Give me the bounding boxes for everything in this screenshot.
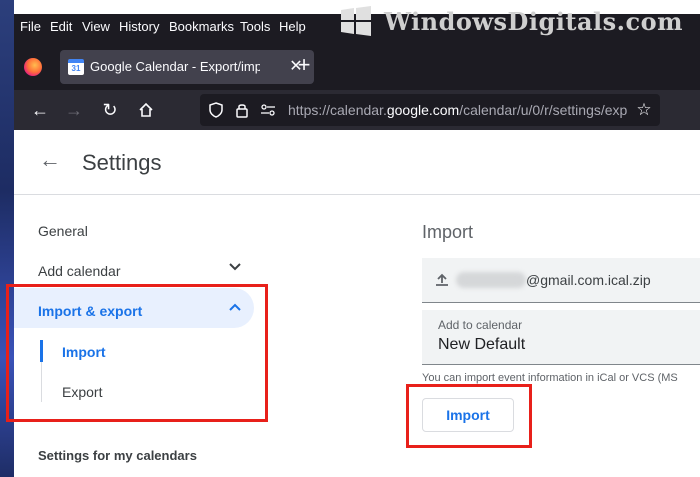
settings-page: ← Settings General Add calendar Import &…: [6, 130, 700, 477]
forward-icon[interactable]: →: [62, 98, 86, 122]
chevron-down-icon[interactable]: [228, 260, 242, 277]
add-to-calendar-select[interactable]: Add to calendar New Default: [422, 310, 700, 365]
menu-view[interactable]: View: [82, 19, 110, 34]
back-arrow-icon[interactable]: ←: [38, 148, 62, 172]
permissions-icon[interactable]: [258, 100, 278, 120]
sidebar-item-add-calendar[interactable]: Add calendar: [38, 263, 121, 279]
watermark-text: WindowsDigitals.com: [384, 7, 684, 36]
page-title: Settings: [82, 150, 162, 175]
bookmark-star-icon[interactable]: ☆: [634, 100, 654, 120]
highlight-box-import-button: [406, 384, 532, 448]
sidebar-item-general[interactable]: General: [38, 223, 88, 239]
back-icon[interactable]: ←: [28, 98, 52, 122]
url-prefix: https://calendar.: [288, 102, 387, 118]
add-to-calendar-value: New Default: [438, 336, 526, 353]
menu-bookmarks[interactable]: Bookmarks: [169, 19, 234, 34]
menu-history[interactable]: History: [119, 19, 159, 34]
file-name: @gmail.com.ical.zip: [526, 272, 651, 288]
menu-file[interactable]: File: [20, 19, 41, 34]
firefox-logo-icon[interactable]: [24, 58, 42, 76]
calendar-favicon-icon: 31: [68, 59, 84, 75]
menu-help[interactable]: Help: [279, 19, 306, 34]
import-section-title: Import: [422, 222, 474, 242]
new-tab-button[interactable]: +: [292, 54, 316, 78]
tab-google-calendar[interactable]: 31 Google Calendar - Export/impo ✕: [60, 50, 314, 84]
lock-icon[interactable]: [232, 100, 252, 120]
url-bar[interactable]: https://calendar.google.com/calendar/u/0…: [200, 94, 660, 126]
tab-title: Google Calendar - Export/impo: [90, 59, 260, 74]
highlight-box-sidebar: [6, 284, 268, 422]
redacted-email: [456, 272, 526, 288]
url-domain: google.com: [386, 102, 460, 118]
url-text[interactable]: https://calendar.google.com/calendar/u/0…: [288, 102, 628, 118]
menu-edit[interactable]: Edit: [50, 19, 72, 34]
navigation-bar: ← → ↻ https://calendar.google.com/calend…: [14, 90, 700, 130]
upload-icon[interactable]: [432, 270, 452, 290]
windows-logo-icon: [341, 6, 371, 36]
watermark: WindowsDigitals.com: [340, 4, 696, 38]
shield-icon[interactable]: [206, 100, 226, 120]
header-divider: [14, 194, 700, 195]
home-icon[interactable]: [134, 98, 158, 122]
settings-for-my-calendars-heading[interactable]: Settings for my calendars: [38, 448, 197, 463]
tab-strip: 31 Google Calendar - Export/impo ✕ +: [14, 40, 700, 90]
file-upload-field[interactable]: @gmail.com.ical.zip: [422, 258, 700, 303]
browser-window: File Edit View History Bookmarks Tools H…: [6, 0, 700, 477]
import-helper-text: You can import event information in iCal…: [422, 372, 678, 384]
reload-icon[interactable]: ↻: [98, 98, 122, 122]
url-path: /calendar/u/0/r/settings/exp: [459, 102, 628, 118]
menu-tools[interactable]: Tools: [240, 19, 270, 34]
add-to-calendar-label: Add to calendar: [438, 318, 523, 332]
